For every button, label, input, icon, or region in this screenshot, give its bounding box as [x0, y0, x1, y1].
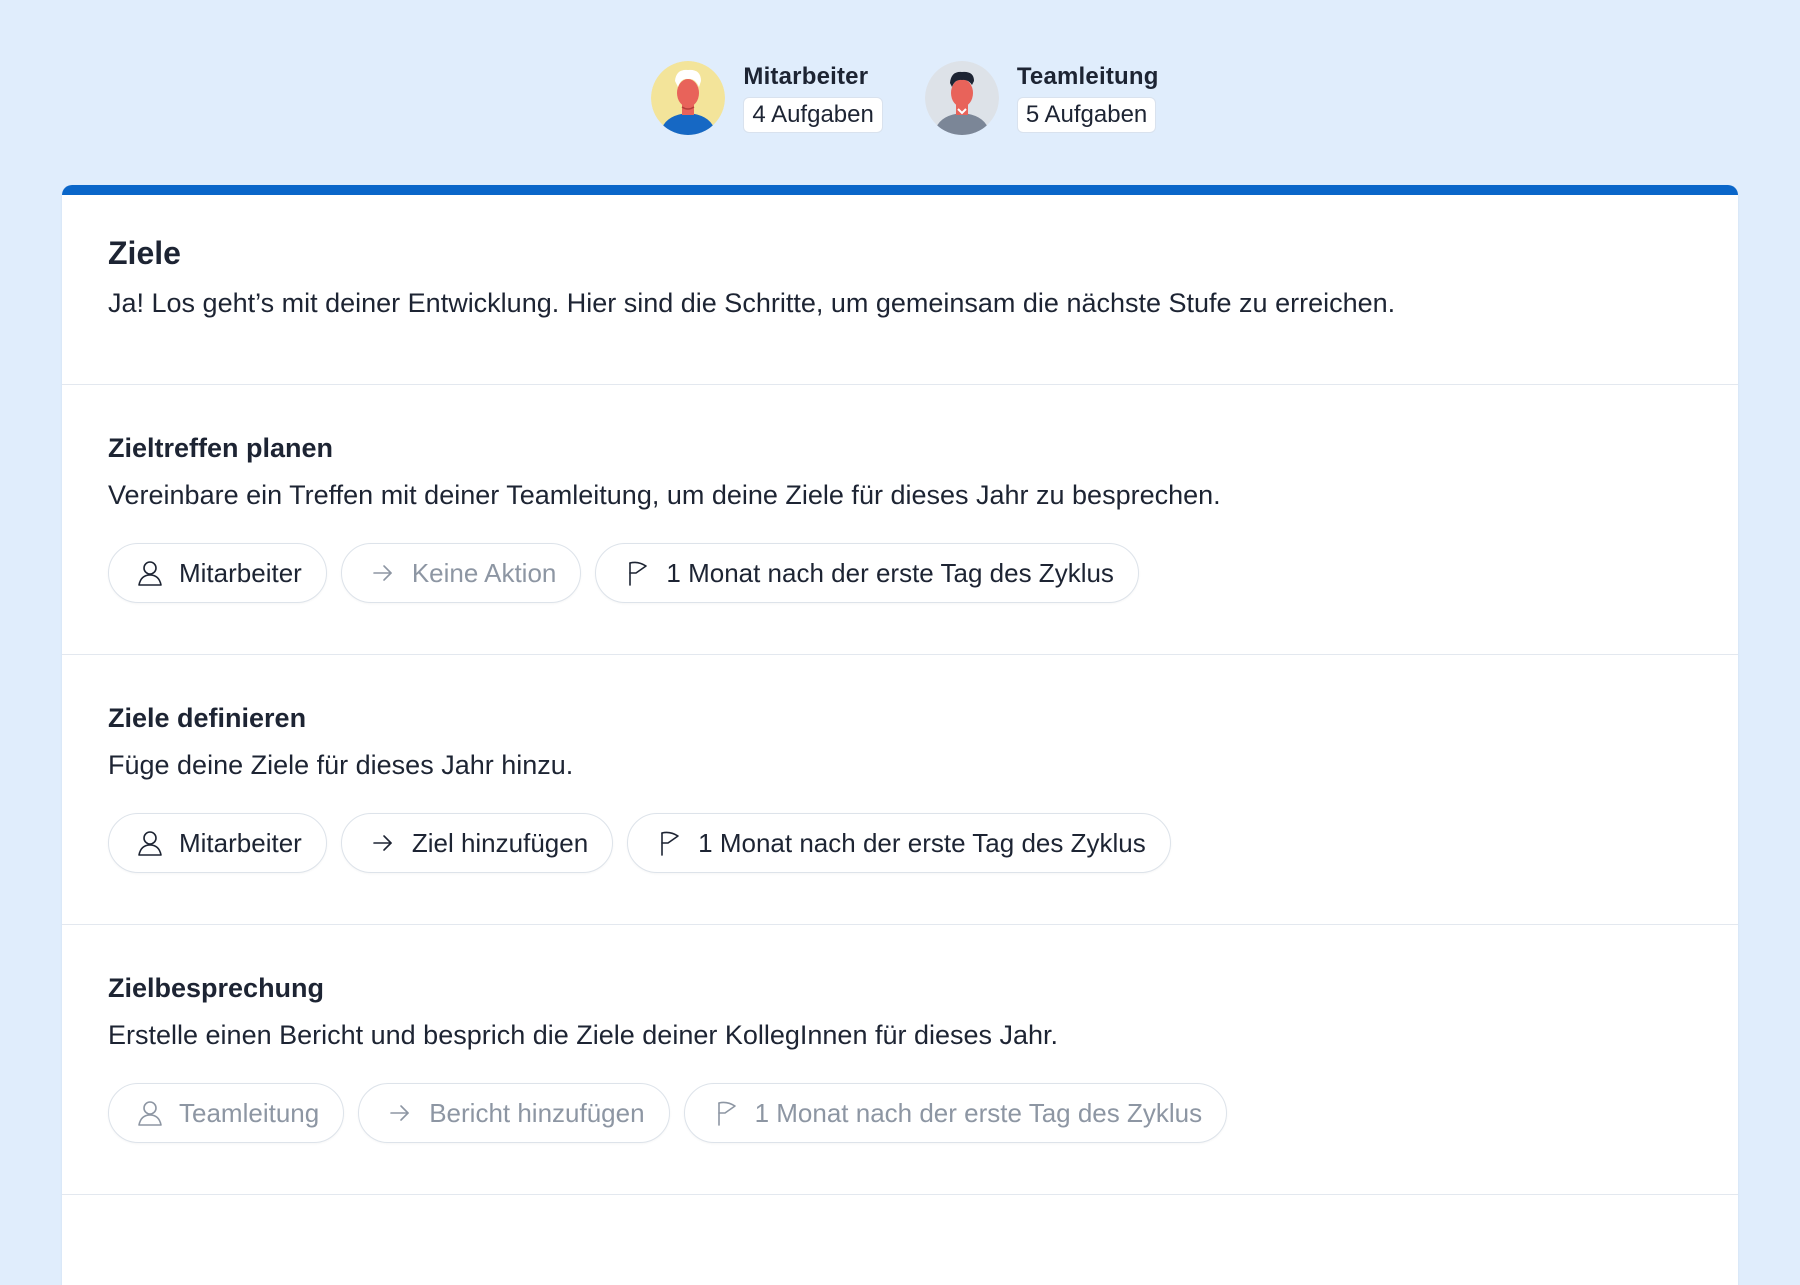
add-goal-button[interactable]: Ziel hinzufügen [340, 813, 614, 873]
task-count-badge: 5 Aufgaben [1016, 97, 1157, 133]
action-label: Keine Aktion [411, 557, 557, 588]
assignee-label: Teamleitung [179, 1097, 320, 1128]
step-define-goals: Ziele definieren Füge deine Ziele für di… [62, 655, 1738, 925]
action-label: Bericht hinzufügen [429, 1097, 645, 1128]
role-name: Mitarbeiter [743, 63, 869, 90]
assignee-label: Mitarbeiter [179, 827, 302, 858]
user-icon [138, 1101, 162, 1126]
role-employee[interactable]: Mitarbeiter 4 Aufgaben [651, 58, 883, 138]
accent-bar [62, 185, 1738, 195]
arrow-right-icon [373, 835, 392, 851]
arrow-right-icon [390, 1105, 410, 1121]
role-team-lead[interactable]: Teamleitung 5 Aufgaben [924, 58, 1159, 138]
team-lead-avatar-icon [924, 61, 999, 135]
due-chip[interactable]: 1 Monat nach der erste Tag des Zyklus [627, 813, 1171, 873]
step-goal-review: Zielbesprechung Erstelle einen Bericht u… [62, 925, 1738, 1195]
step-title: Ziele definieren [108, 703, 307, 733]
assignee-label: Mitarbeiter [179, 557, 302, 588]
step-plan-meeting: Zieltreffen planen Vereinbare ein Treffe… [62, 385, 1738, 655]
page-title: Ziele [108, 235, 181, 271]
role-name: Teamleitung [1016, 63, 1159, 90]
intro-section: Ziele Ja! Los geht’s mit deiner Entwickl… [62, 195, 1738, 385]
assignee-chip[interactable]: Teamleitung [108, 1083, 345, 1143]
due-label: 1 Monat nach der erste Tag des Zyklus [698, 827, 1146, 858]
step-description: Erstelle einen Bericht und besprich die … [108, 1020, 1059, 1050]
due-chip[interactable]: 1 Monat nach der erste Tag des Zyklus [683, 1083, 1228, 1143]
step-description: Vereinbare ein Treffen mit deiner Teamle… [108, 480, 1221, 510]
action-chip[interactable]: Keine Aktion [340, 543, 582, 603]
step-description: Füge deine Ziele für dieses Jahr hinzu. [108, 750, 574, 780]
flag-icon [661, 831, 679, 856]
arrow-right-icon [373, 565, 392, 581]
due-chip[interactable]: 1 Monat nach der erste Tag des Zyklus [595, 543, 1139, 603]
flag-icon [629, 561, 648, 586]
role-summary: Mitarbeiter 4 Aufgaben Teamleitung 5 Auf… [0, 58, 1800, 138]
due-label: 1 Monat nach der erste Tag des Zyklus [666, 557, 1114, 588]
step-chips: Teamleitung Bericht hinzufügen 1 Monat n… [108, 1083, 1692, 1143]
employee-avatar-icon [651, 61, 726, 135]
due-label: 1 Monat nach der erste Tag des Zyklus [754, 1097, 1203, 1128]
flag-icon [717, 1101, 736, 1126]
action-label: Ziel hinzufügen [411, 827, 589, 858]
step-chips: Mitarbeiter Ziel hinzufügen 1 Monat nach… [108, 813, 1692, 873]
user-icon [138, 561, 162, 586]
intro-text: Ja! Los geht’s mit deiner Entwicklung. H… [108, 288, 1396, 318]
app-frame: Mitarbeiter 4 Aufgaben Teamleitung 5 Auf… [0, 0, 1800, 1285]
step-chips: Mitarbeiter Keine Aktion 1 Monat nach de… [108, 543, 1692, 603]
assignee-chip[interactable]: Mitarbeiter [108, 543, 327, 603]
user-icon [138, 831, 162, 856]
step-title: Zielbesprechung [108, 973, 325, 1003]
task-count-badge: 4 Aufgaben [743, 97, 883, 133]
goals-card: Ziele Ja! Los geht’s mit deiner Entwickl… [62, 185, 1738, 1285]
assignee-chip[interactable]: Mitarbeiter [108, 813, 327, 873]
step-title: Zieltreffen planen [108, 433, 334, 463]
add-report-button[interactable]: Bericht hinzufügen [358, 1083, 670, 1143]
